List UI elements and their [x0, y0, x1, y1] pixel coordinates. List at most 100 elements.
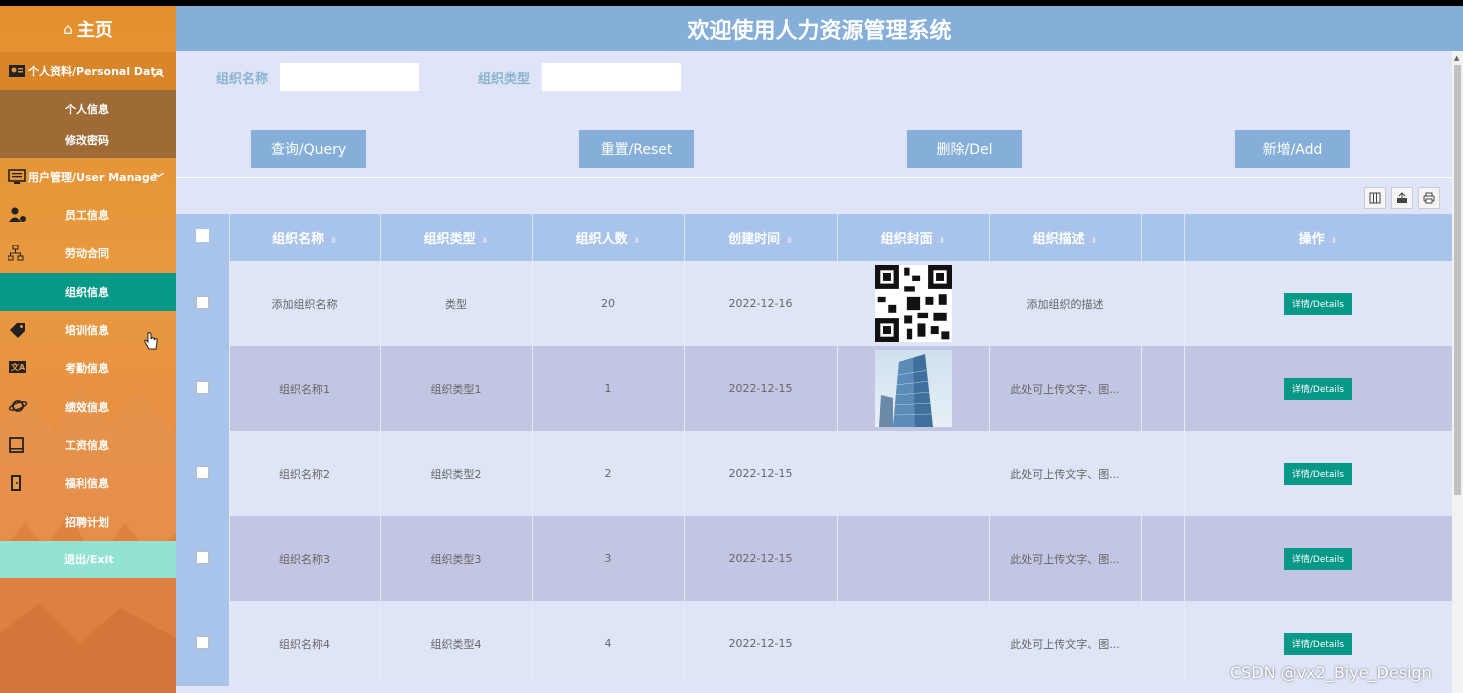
col-header-date[interactable]: 创建时间 ⬍	[684, 214, 838, 261]
cell-blank	[1141, 346, 1185, 431]
sort-icon: ⬍	[633, 236, 641, 245]
cell-blank	[1141, 431, 1185, 516]
scrollbar-thumb[interactable]	[1454, 65, 1461, 495]
row-select-cell	[176, 516, 230, 601]
search-name-input[interactable]	[280, 63, 420, 91]
col-header-label: 操作	[1298, 232, 1325, 247]
columns-icon	[1369, 192, 1381, 204]
chevron-up-icon: ︿	[153, 66, 164, 79]
row-select-cell	[176, 431, 230, 516]
cell-cover	[837, 346, 990, 431]
cell-actions: 详情/Details	[1184, 431, 1452, 516]
col-header-cover[interactable]: 组织封面 ⬍	[837, 214, 990, 261]
cell-name: 添加组织名称	[229, 261, 381, 346]
delete-button[interactable]: 删除/Del	[907, 130, 1022, 168]
cell-blank	[1141, 601, 1185, 686]
group-user-label: 用户管理/User Manage	[28, 171, 158, 184]
details-button[interactable]: 详情/Details	[1283, 377, 1353, 400]
col-header-count[interactable]: 组织人数 ⬍	[532, 214, 685, 261]
search-type-input[interactable]	[542, 63, 682, 91]
columns-toggle-button[interactable]	[1364, 187, 1386, 209]
print-button[interactable]	[1418, 187, 1440, 209]
col-header-label: 组织人数	[575, 232, 628, 247]
sidebar-item-employee[interactable]: 员工信息	[0, 196, 176, 234]
sidebar-item-recruitment[interactable]: 招聘计划	[0, 502, 176, 540]
door-icon	[11, 475, 21, 492]
sidebar-item-organization[interactable]: 组织信息	[0, 272, 176, 311]
user-gear-icon	[9, 207, 26, 222]
add-button[interactable]: 新增/Add	[1235, 130, 1350, 168]
cell-date: 2022-12-16	[684, 261, 838, 346]
group-user-manage[interactable]: 用户管理/User Manage ﹀	[0, 158, 176, 196]
col-header-label: 组织类型	[423, 232, 476, 247]
search-name-label: 组织名称	[216, 71, 269, 87]
sort-icon: ⬍	[330, 236, 337, 245]
cell-name: 组织名称3	[229, 516, 381, 601]
group-personal-data[interactable]: 个人资料/Personal Data ︿	[0, 52, 176, 90]
cell-date: 2022-12-15	[684, 601, 838, 686]
cell-count: 3	[532, 516, 685, 601]
select-all-checkbox[interactable]	[195, 229, 209, 242]
cell-type: 组织类型1	[380, 346, 533, 431]
exit-button[interactable]: 退出/Exit	[0, 540, 176, 578]
sort-icon: ⬍	[1090, 236, 1098, 245]
row-select-cell	[176, 346, 230, 431]
row-checkbox[interactable]	[195, 380, 209, 394]
cell-date: 2022-12-15	[684, 346, 838, 431]
hand-cursor-icon	[144, 332, 158, 350]
home-label: 主页	[76, 20, 113, 41]
table-row: 组织名称1 组织类型1 1 2022-12-15 此处可上传文字、图... 详情/Deta…	[176, 346, 1452, 431]
tag-icon	[10, 322, 25, 338]
table-row: 组织名称3 组织类型3 3 2022-12-15 此处可上传文字、图... 详情/Deta…	[176, 516, 1452, 601]
row-checkbox[interactable]	[195, 635, 209, 649]
select-all-cell	[176, 214, 230, 261]
query-button[interactable]: 查询/Query	[251, 130, 366, 168]
cell-actions: 详情/Details	[1184, 346, 1452, 431]
reset-button[interactable]: 重置/Reset	[579, 130, 694, 168]
svg-text:文A: 文A	[11, 362, 26, 372]
col-header-name[interactable]: 组织名称 ⬍	[229, 214, 381, 261]
vertical-scrollbar[interactable]: ▲	[1452, 51, 1463, 693]
export-button[interactable]	[1391, 187, 1413, 209]
cell-actions: 详情/Details	[1184, 516, 1452, 601]
cell-desc: 此处可上传文字、图...	[989, 431, 1142, 516]
col-header-type[interactable]: 组织类型 ⬍	[380, 214, 533, 261]
home-icon: ⌂	[63, 20, 73, 38]
details-button[interactable]: 详情/Details	[1283, 547, 1353, 570]
col-header-actions[interactable]: 操作 ⬍	[1184, 214, 1452, 261]
sidebar-item-welfare[interactable]: 福利信息	[0, 464, 176, 502]
sidebar-item-label: 组织信息	[65, 285, 109, 299]
sidebar-item-attendance[interactable]: 文A 考勤信息	[0, 349, 176, 387]
details-button[interactable]: 详情/Details	[1283, 632, 1353, 655]
monitor-icon	[8, 169, 26, 184]
row-checkbox[interactable]	[195, 465, 209, 479]
row-checkbox[interactable]	[195, 550, 209, 564]
table-row: 组织名称2 组织类型2 2 2022-12-15 此处可上传文字、图... 详情/Deta…	[176, 431, 1452, 516]
submenu-change-password[interactable]: 修改密码	[0, 124, 176, 155]
cell-date: 2022-12-15	[684, 431, 838, 516]
scroll-up-icon: ▲	[1454, 54, 1460, 62]
cell-desc: 此处可上传文字、图...	[989, 601, 1142, 686]
row-checkbox[interactable]	[195, 295, 209, 309]
planet-icon	[8, 400, 28, 413]
submenu-personal-info[interactable]: 个人信息	[0, 93, 176, 124]
cell-count: 1	[532, 346, 685, 431]
home-link[interactable]: ⌂ 主页	[0, 6, 176, 52]
col-header-desc[interactable]: 组织描述 ⬍	[989, 214, 1142, 261]
id-card-icon	[9, 65, 25, 77]
cell-date: 2022-12-15	[684, 516, 838, 601]
details-button[interactable]: 详情/Details	[1283, 292, 1353, 315]
cell-cover	[837, 516, 990, 601]
details-button[interactable]: 详情/Details	[1283, 462, 1353, 485]
sort-icon: ⬍	[1330, 236, 1338, 245]
toolbar-divider	[176, 177, 1452, 178]
col-header-label: 组织描述	[1032, 232, 1085, 247]
sidebar-item-contract[interactable]: 劳动合同	[0, 234, 176, 272]
sidebar-item-salary[interactable]: 工资信息	[0, 426, 176, 464]
cell-count: 20	[532, 261, 685, 346]
row-select-cell	[176, 261, 230, 346]
sidebar-item-performance[interactable]: 绩效信息	[0, 387, 176, 425]
cell-type: 组织类型3	[380, 516, 533, 601]
cell-blank	[1141, 516, 1185, 601]
cell-type: 类型	[380, 261, 533, 346]
